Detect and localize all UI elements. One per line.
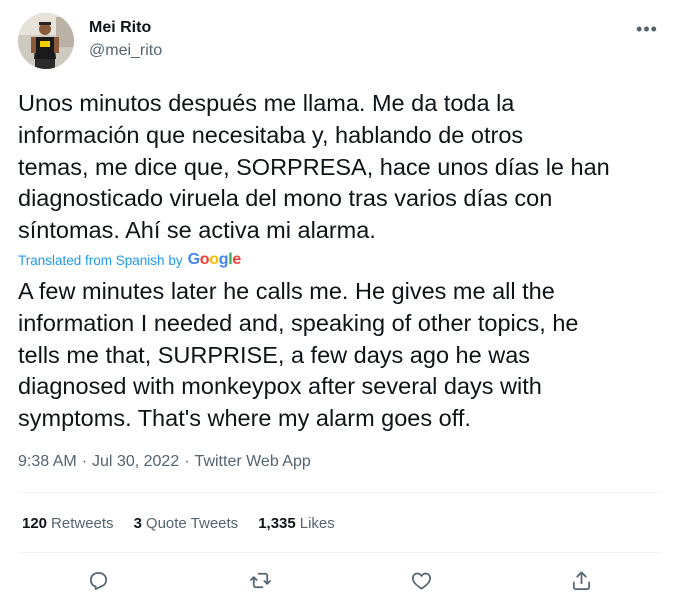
retweets-stat[interactable]: 120 Retweets — [22, 515, 114, 532]
divider — [18, 492, 662, 493]
translated-by-label: Translated from Spanish by — [18, 252, 183, 268]
tweet-original-text: Unos minutos después me llama. Me da tod… — [18, 90, 610, 244]
tweet-stats: 120 Retweets 3 Quote Tweets 1,335 Likes — [22, 512, 335, 534]
tweet-date[interactable]: Jul 30, 2022 — [92, 453, 179, 471]
likes-stat[interactable]: 1,335 Likes — [258, 515, 335, 532]
likes-count: 1,335 — [258, 514, 296, 532]
tweet-source[interactable]: Twitter Web App — [195, 453, 311, 471]
tweet-time[interactable]: 9:38 AM — [18, 453, 77, 471]
retweet-button[interactable] — [240, 560, 280, 600]
meta-separator: · — [81, 453, 88, 470]
user-handle[interactable]: @mei_rito — [89, 42, 162, 60]
reply-icon — [89, 571, 107, 590]
tweet-translated-text: A few minutes later he calls me. He give… — [18, 278, 579, 432]
share-icon — [572, 570, 590, 590]
tweet-detail: Mei Rito @mei_rito ••• Unos minutos desp… — [0, 0, 680, 607]
more-icon: ••• — [636, 19, 658, 39]
divider — [18, 552, 662, 553]
more-options-button[interactable]: ••• — [630, 14, 664, 44]
quote-tweets-label: Quote Tweets — [145, 514, 239, 532]
like-button[interactable] — [401, 560, 441, 600]
likes-label: Likes — [299, 514, 335, 532]
retweets-label: Retweets — [51, 514, 114, 532]
retweets-count: 120 — [22, 514, 48, 532]
meta-separator: · — [184, 453, 190, 470]
heart-icon — [411, 572, 431, 590]
tweet-header: Mei Rito @mei_rito ••• — [18, 12, 664, 69]
reply-button[interactable] — [78, 560, 118, 600]
tweet-meta: 9:38 AM · Jul 30, 2022 · Twitter Web App — [18, 453, 311, 471]
tweet-actions — [18, 560, 662, 600]
share-button[interactable] — [561, 560, 601, 600]
quote-tweets-count: 3 — [133, 514, 142, 532]
google-logo: Google — [187, 251, 242, 268]
retweet-icon — [249, 572, 271, 588]
quote-tweets-stat[interactable]: 3 Quote Tweets — [134, 515, 239, 532]
avatar[interactable] — [18, 13, 74, 69]
display-name[interactable]: Mei Rito — [89, 19, 151, 37]
translation-attribution[interactable]: Translated from Spanish by Google — [18, 251, 241, 269]
